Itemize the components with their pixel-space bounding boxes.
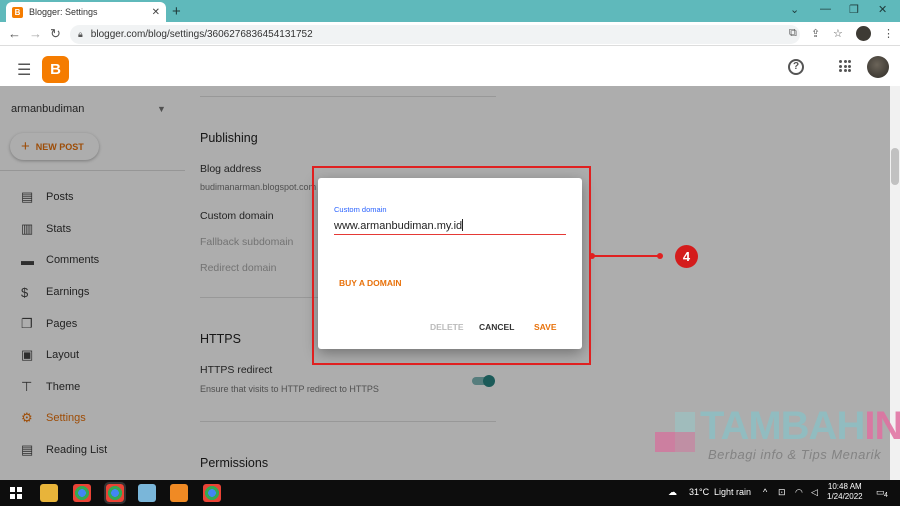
show-hidden-icons-chevron-icon[interactable]: ^ (763, 487, 767, 497)
maximize-button[interactable]: ❐ (849, 3, 859, 16)
network-icon[interactable]: ⊡ (778, 487, 786, 498)
watermark-brand: TAMBAHINFO (700, 404, 900, 448)
chrome-profile-icon[interactable] (203, 484, 221, 502)
windows-start-icon[interactable] (10, 487, 22, 499)
volume-icon[interactable]: ◁ (811, 487, 818, 498)
translate-icon[interactable]: ⧉ (789, 27, 797, 40)
watermark-logo-shape (675, 412, 695, 432)
apps-grid-icon[interactable] (839, 60, 851, 72)
hamburger-menu-icon[interactable]: ☰ (17, 60, 31, 80)
watermark-logo-shape (655, 432, 675, 452)
notification-count: 4 (884, 492, 888, 499)
system-clock[interactable]: 10:48 AM 1/24/2022 (827, 482, 863, 502)
minimize-button[interactable]: — (820, 3, 831, 15)
tab-close-icon[interactable]: ✕ (152, 7, 160, 18)
blogger-favicon-icon: B (12, 6, 23, 18)
browser-menu-icon[interactable]: ⋮ (883, 27, 894, 40)
wifi-icon[interactable]: ◠ (795, 487, 803, 498)
annotation-highlight-box (312, 166, 591, 365)
window-close-button[interactable]: ✕ (878, 3, 887, 16)
scrollbar-thumb[interactable] (891, 148, 899, 185)
browser-tab[interactable]: B Blogger: Settings ✕ (6, 2, 166, 22)
new-tab-button[interactable]: + (172, 3, 181, 20)
vlc-icon[interactable] (170, 484, 188, 502)
forward-arrow-icon[interactable]: → (29, 26, 42, 41)
help-icon[interactable]: ? (788, 59, 804, 75)
clock-time: 10:48 AM (827, 482, 862, 491)
tab-search-icon[interactable]: ⌄ (790, 3, 799, 16)
address-bar[interactable]: 🔒︎ blogger.com/blog/settings/36062768364… (70, 25, 800, 44)
chrome-active-icon[interactable] (104, 482, 126, 504)
blogger-logo[interactable]: B (42, 56, 69, 83)
annotation-connector-line (591, 255, 661, 257)
step-number-badge: 4 (675, 245, 698, 268)
file-explorer-icon[interactable] (40, 484, 58, 502)
weather-desc[interactable]: Light rain (714, 487, 751, 497)
browser-profile-avatar[interactable] (856, 26, 871, 41)
weather-icon[interactable]: ☁ (668, 487, 677, 498)
weather-temp[interactable]: 31°C (689, 487, 709, 497)
bookmark-star-icon[interactable]: ☆ (833, 27, 843, 40)
annotation-dot (589, 253, 595, 259)
reload-icon[interactable]: ↻ (50, 26, 61, 42)
tab-title: Blogger: Settings (29, 7, 98, 17)
annotation-dot (657, 253, 663, 259)
watermark-tagline: Berbagi info & Tips Menarik (708, 447, 882, 462)
clock-date: 1/24/2022 (827, 492, 863, 501)
share-icon[interactable]: ⇪ (811, 27, 820, 40)
back-arrow-icon[interactable]: ← (8, 26, 21, 41)
watermark-logo-shape (675, 432, 695, 452)
chrome-icon[interactable] (73, 484, 91, 502)
notepad-icon[interactable] (138, 484, 156, 502)
url-text: blogger.com/blog/settings/36062768364541… (90, 29, 313, 40)
lock-icon: 🔒︎ (78, 29, 83, 39)
account-avatar[interactable] (867, 56, 889, 78)
